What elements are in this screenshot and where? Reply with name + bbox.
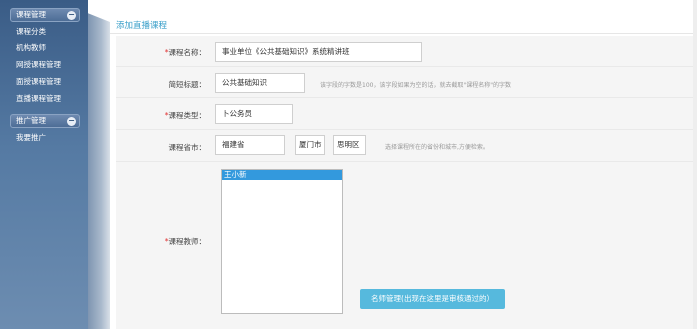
province-select[interactable]: 福建省: [215, 135, 285, 155]
short-title-input[interactable]: 公共基础知识: [215, 73, 305, 93]
collapse-icon[interactable]: −: [67, 117, 76, 126]
sidebar-group-promotion[interactable]: 推广管理 −: [10, 114, 80, 128]
district-select[interactable]: 思明区: [333, 135, 366, 155]
field-label: 简短标题：: [168, 80, 207, 89]
form-row-course-name: *课程名称： 事业单位《公共基础知识》系统精讲班: [116, 36, 697, 67]
sidebar-edge: [88, 0, 110, 329]
course-type-select[interactable]: 卜公务员: [215, 104, 293, 124]
form-row-course-teacher: *课程教师： 王小新 名师管理(出现在这里是审核通过的）: [116, 162, 697, 329]
sidebar: 课程管理 − 课程分类 机构教师 网授课程管理 面授课程管理 直播课程管理 推广…: [0, 0, 88, 329]
sidebar-item-online-courses[interactable]: 网授课程管理: [16, 60, 61, 70]
field-label: *课程教师：: [164, 237, 206, 246]
teacher-manage-button[interactable]: 名师管理(出现在这里是审核通过的）: [360, 289, 505, 309]
sidebar-group-course-management[interactable]: 课程管理 −: [10, 8, 80, 22]
scrollbar[interactable]: [693, 0, 697, 329]
teacher-option[interactable]: 王小新: [222, 170, 342, 180]
short-title-hint: 该字段的字数是100，该字段如果为空的话，就去截取"课程名称"的字数: [320, 82, 511, 89]
field-label: 课程省市：: [168, 143, 207, 152]
sidebar-item-promote[interactable]: 我要推广: [16, 133, 46, 143]
city-select[interactable]: 厦门市: [295, 135, 325, 155]
sidebar-item-course-category[interactable]: 课程分类: [16, 27, 46, 37]
main-content: 添加直播课程 *课程名称： 事业单位《公共基础知识》系统精讲班 简短标题： 公共…: [110, 0, 697, 329]
form-row-course-city: 课程省市： 福建省 厦门市 思明区 选择课程所在的省份和城市,方便检索。: [116, 130, 697, 162]
teacher-listbox[interactable]: 王小新: [221, 169, 343, 314]
field-label: *课程名称：: [164, 48, 206, 57]
sidebar-group-label: 课程管理: [16, 10, 46, 19]
field-label: *课程类型：: [164, 111, 206, 120]
course-city-hint: 选择课程所在的省份和城市,方便检索。: [385, 144, 489, 151]
collapse-icon[interactable]: −: [67, 11, 76, 20]
course-name-input[interactable]: 事业单位《公共基础知识》系统精讲班: [215, 42, 422, 62]
page-title: 添加直播课程: [116, 21, 168, 31]
sidebar-group-label: 推广管理: [16, 116, 46, 125]
sidebar-item-offline-courses[interactable]: 面授课程管理: [16, 77, 61, 87]
sidebar-item-teachers[interactable]: 机构教师: [16, 43, 46, 53]
form-row-course-type: *课程类型： 卜公务员: [116, 98, 697, 130]
sidebar-item-live-courses[interactable]: 直播课程管理: [16, 94, 61, 104]
divider: [110, 33, 697, 34]
form-row-short-title: 简短标题： 公共基础知识 该字段的字数是100，该字段如果为空的话，就去截取"课…: [116, 67, 697, 98]
